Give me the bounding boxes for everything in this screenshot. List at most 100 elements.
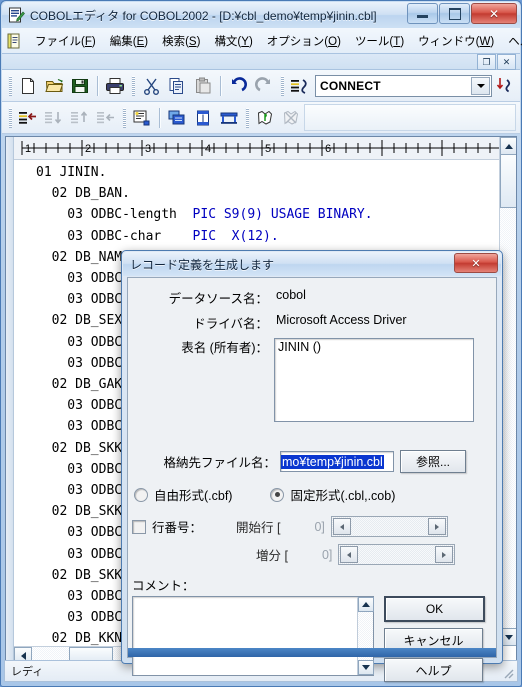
menu-item-help[interactable]: ヘルプ(H) (501, 30, 522, 52)
toolbar-separator-2 (220, 75, 221, 96)
new-file-icon[interactable] (15, 73, 41, 98)
print-icon[interactable] (102, 73, 128, 98)
close-button[interactable]: ✕ (471, 3, 517, 24)
toolbar-grip-3[interactable] (280, 75, 284, 96)
code-line: 01 JININ. (36, 165, 107, 180)
driver-label: ドライバ名： (193, 317, 268, 331)
vertical-scroll-thumb[interactable] (500, 154, 516, 208)
mdi-child-controls: ❐ ✕ (477, 54, 516, 70)
menu-item-edit[interactable]: 編集(E) (103, 30, 155, 52)
resize-grip-icon[interactable] (501, 666, 515, 680)
browse-button[interactable]: 参照... (400, 450, 466, 473)
menu-item-tools[interactable]: ツール(T) (348, 30, 411, 52)
comment-scroll-down[interactable] (358, 660, 374, 675)
table-listbox-item[interactable]: JININ () (275, 339, 473, 355)
menu-bar: ファイル(F) 編集(E) 検索(S) 構文(Y) オプション(O) ツール(T… (2, 28, 522, 54)
toolbar-grip-2[interactable] (131, 75, 135, 96)
toolbar-secondary (2, 102, 520, 134)
nav-left-icon[interactable] (93, 105, 119, 130)
output-file-label: 格納先ファイル名： (163, 456, 276, 470)
free-format-label[interactable]: 自由形式(.cbf) (154, 485, 232, 504)
table-icon[interactable] (216, 105, 242, 130)
layers-icon[interactable] (164, 105, 190, 130)
code-line: 02 DB_SEX. (51, 313, 130, 329)
ok-button[interactable]: OK (384, 596, 485, 622)
map-icon[interactable] (252, 105, 278, 130)
datasource-row: データソース名： cobol (128, 288, 496, 307)
driver-row: ドライバ名： Microsoft Access Driver (128, 313, 496, 332)
code-line: 02 DB_SKK. (51, 440, 130, 456)
increment-spin-right[interactable] (435, 546, 454, 563)
menu-item-options[interactable]: オプション(O) (260, 30, 348, 52)
increment-label: 増分 [ (256, 549, 288, 563)
svg-text:5: 5 (265, 143, 271, 155)
sql-insert-icon[interactable] (492, 73, 518, 98)
sql-list-icon[interactable] (287, 73, 313, 98)
save-icon[interactable] (67, 73, 93, 98)
generate-record-icon[interactable] (129, 105, 155, 130)
increment-row: 増分 [ 0] (132, 544, 496, 565)
svg-text:3: 3 (145, 143, 151, 155)
sql-statement-combo[interactable]: CONNECT (315, 74, 492, 97)
comment-and-buttons-row: OK キャンセル ヘルプ (132, 596, 496, 682)
app-icon (8, 7, 25, 24)
svg-text:1: 1 (25, 143, 31, 155)
scroll-up-button[interactable] (500, 137, 516, 155)
free-format-radio[interactable] (134, 487, 148, 502)
chevron-down-icon[interactable] (471, 76, 490, 95)
increment-spin-left[interactable] (340, 546, 359, 563)
table-row: 表名 (所有者)： JININ () (128, 338, 496, 422)
window-title: COBOLエディタ for COBOL2002 - [D:¥cbl_demo¥t… (30, 8, 377, 23)
linenum-checkbox[interactable] (132, 519, 146, 534)
toolbar-grip[interactable] (8, 75, 12, 96)
start-line-spin-track[interactable] (330, 516, 448, 537)
toolbar2-grip-2[interactable] (122, 107, 126, 128)
svg-text:4: 4 (205, 143, 211, 155)
menu-item-search[interactable]: 検索(S) (155, 30, 207, 52)
code-line: 03 ODBC-char PIC X(12). (36, 228, 279, 244)
start-line-spin-left[interactable] (332, 518, 351, 535)
comment-scroll-up[interactable] (358, 597, 374, 612)
minimize-button[interactable] (407, 3, 438, 24)
menu-item-window[interactable]: ウィンドウ(W) (411, 30, 501, 52)
comment-textarea[interactable] (132, 596, 374, 676)
map-disabled-icon[interactable] (278, 105, 304, 130)
dialog-close-button[interactable]: ✕ (454, 253, 498, 273)
open-folder-icon[interactable] (41, 73, 67, 98)
table-listbox[interactable]: JININ () (274, 338, 474, 422)
table-label: 表名 (所有者)： (181, 341, 268, 355)
copy-icon[interactable] (164, 73, 190, 98)
fixed-format-radio[interactable] (270, 487, 285, 502)
sql-update-icon[interactable] (518, 73, 522, 98)
column-icon[interactable] (190, 105, 216, 130)
start-line-value[interactable]: 0] (314, 520, 324, 534)
nav-up-icon[interactable] (67, 105, 93, 130)
menu-item-file[interactable]: ファイル(F) (28, 30, 103, 52)
menu-item-syntax[interactable]: 構文(Y) (207, 30, 259, 52)
toolbar2-grip-3[interactable] (245, 107, 249, 128)
editor-left-margin (6, 137, 14, 664)
toolbar2-grip[interactable] (8, 107, 12, 128)
paste-icon[interactable] (190, 73, 216, 98)
start-line-spin-right[interactable] (427, 518, 446, 535)
svg-text:2: 2 (85, 143, 91, 155)
toolbar2-separator (159, 107, 160, 128)
help-button[interactable]: ヘルプ (384, 658, 483, 682)
increment-value[interactable]: 0] (322, 548, 332, 562)
increment-spin-track[interactable] (338, 544, 456, 565)
cut-icon[interactable] (138, 73, 164, 98)
sql-statement-value: CONNECT (320, 78, 381, 93)
fixed-format-label[interactable]: 固定形式(.cbl,.cob) (290, 485, 395, 504)
undo-icon[interactable] (225, 73, 251, 98)
linenum-label[interactable]: 行番号： (152, 517, 202, 536)
mdi-child-strip: ❐ ✕ (2, 54, 520, 70)
maximize-button[interactable] (439, 3, 470, 24)
dialog-title-bar: レコード定義を生成します ✕ (123, 252, 501, 276)
mdi-restore-button[interactable]: ❐ (477, 54, 496, 70)
redo-icon[interactable] (251, 73, 277, 98)
mdi-close-button[interactable]: ✕ (497, 54, 516, 70)
output-file-input[interactable]: mo¥temp¥jinin.cbl (280, 451, 394, 472)
record-definition-icon[interactable] (15, 105, 41, 130)
nav-both-icon[interactable] (41, 105, 67, 130)
comment-scrollbar[interactable] (357, 597, 374, 675)
